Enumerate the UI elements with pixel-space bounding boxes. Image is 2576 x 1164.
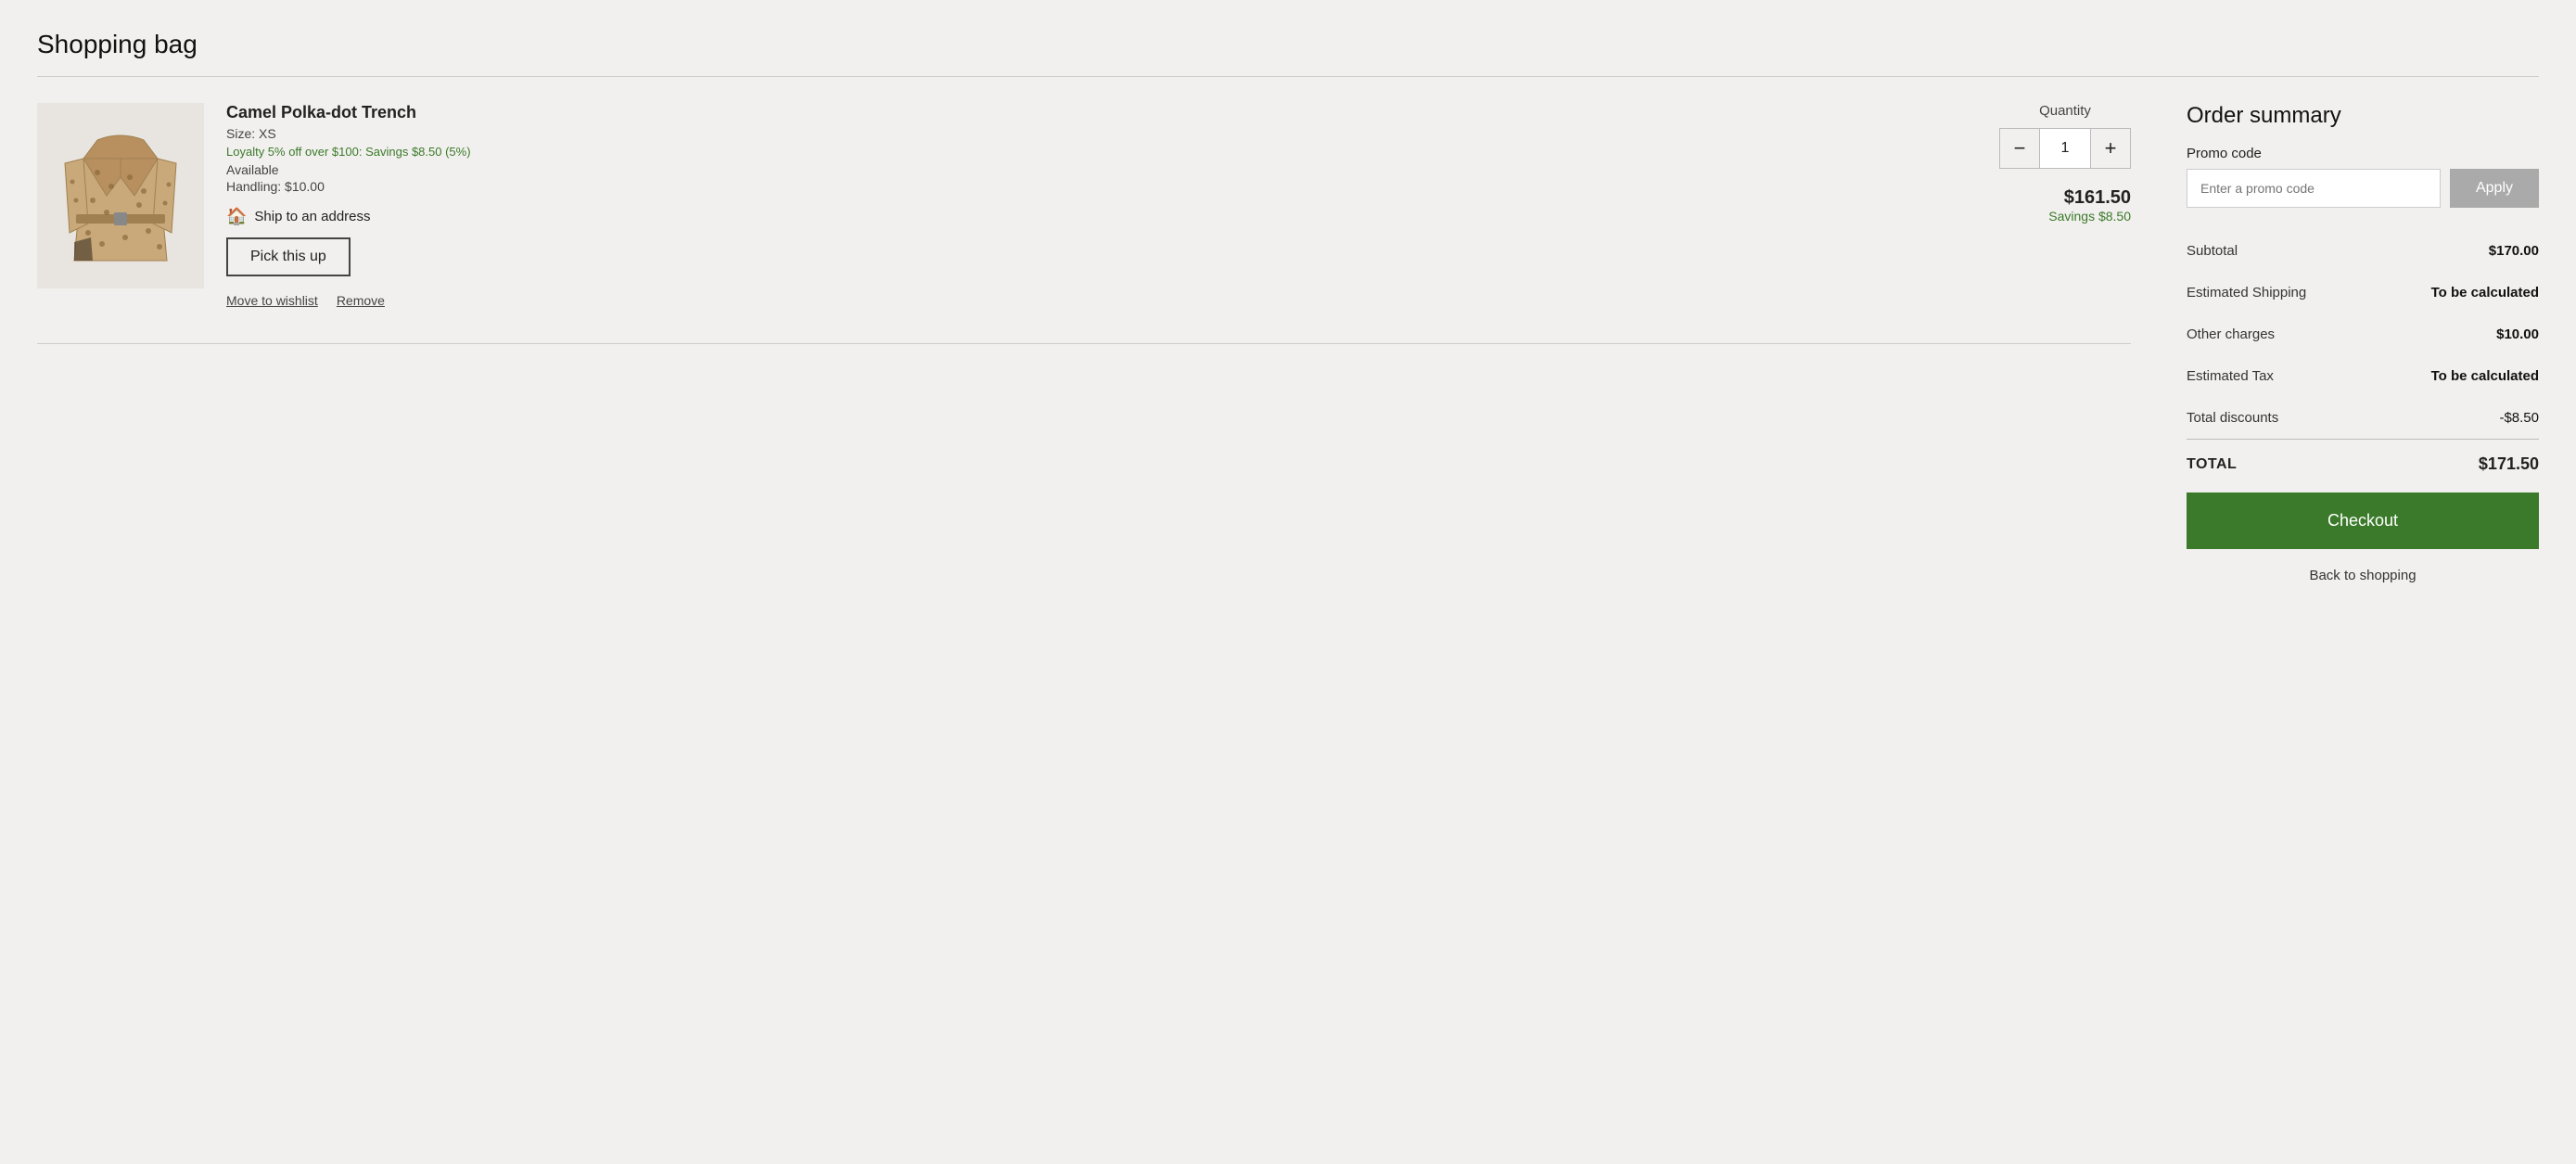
price-main: $161.50 xyxy=(2048,187,2131,209)
summary-total-row: TOTAL $171.50 xyxy=(2187,440,2539,492)
quantity-section: Quantity − 1 + xyxy=(1999,103,2131,169)
back-to-shopping-link[interactable]: Back to shopping xyxy=(2187,568,2539,583)
quantity-increase-button[interactable]: + xyxy=(2090,128,2131,169)
availability-text: Available xyxy=(226,162,1977,177)
discounts-value: -$8.50 xyxy=(2499,410,2539,426)
ship-row: 🏠 Ship to an address xyxy=(226,207,1977,226)
pickup-button[interactable]: Pick this up xyxy=(226,237,351,276)
price-savings: Savings $8.50 xyxy=(2048,209,2131,224)
subtotal-value: $170.00 xyxy=(2489,243,2539,259)
product-coat-svg xyxy=(56,112,185,279)
product-size: Size: XS xyxy=(226,126,1977,141)
other-charges-label: Other charges xyxy=(2187,326,2275,342)
summary-rows: Subtotal $170.00 Estimated Shipping To b… xyxy=(2187,230,2539,439)
product-name: Camel Polka-dot Trench xyxy=(226,103,1977,122)
summary-title: Order summary xyxy=(2187,103,2539,129)
promo-label: Promo code xyxy=(2187,146,2539,161)
price-section: $161.50 Savings $8.50 xyxy=(2048,187,2131,224)
tax-value: To be calculated xyxy=(2431,368,2539,384)
page-title: Shopping bag xyxy=(37,30,2539,59)
product-image xyxy=(37,103,204,288)
quantity-controls: − 1 + xyxy=(1999,128,2131,169)
move-to-wishlist-button[interactable]: Move to wishlist xyxy=(226,293,318,308)
summary-row-other-charges: Other charges $10.00 xyxy=(2187,313,2539,355)
apply-promo-button[interactable]: Apply xyxy=(2450,169,2539,208)
title-divider xyxy=(37,76,2539,77)
promo-row: Apply xyxy=(2187,169,2539,208)
discounts-label: Total discounts xyxy=(2187,410,2278,426)
other-charges-value: $10.00 xyxy=(2496,326,2539,342)
remove-button[interactable]: Remove xyxy=(337,293,385,308)
ship-icon: 🏠 xyxy=(226,207,247,226)
main-layout: Camel Polka-dot Trench Size: XS Loyalty … xyxy=(37,103,2539,583)
handling-text: Handling: $10.00 xyxy=(226,179,1977,194)
order-summary: Order summary Promo code Apply Subtotal … xyxy=(2187,103,2539,583)
item-divider xyxy=(37,343,2131,344)
cart-actions: Move to wishlist Remove xyxy=(226,293,1977,308)
loyalty-text: Loyalty 5% off over $100: Savings $8.50 … xyxy=(226,145,1977,159)
quantity-label: Quantity xyxy=(2039,103,2091,119)
summary-row-discounts: Total discounts -$8.50 xyxy=(2187,397,2539,439)
shipping-value: To be calculated xyxy=(2431,285,2539,301)
shipping-label: Estimated Shipping xyxy=(2187,285,2306,301)
cart-section: Camel Polka-dot Trench Size: XS Loyalty … xyxy=(37,103,2131,344)
product-details: Camel Polka-dot Trench Size: XS Loyalty … xyxy=(226,103,1977,308)
summary-row-subtotal: Subtotal $170.00 xyxy=(2187,230,2539,272)
total-label: TOTAL xyxy=(2187,456,2237,473)
promo-code-input[interactable] xyxy=(2187,169,2441,208)
quantity-decrease-button[interactable]: − xyxy=(1999,128,2040,169)
summary-row-tax: Estimated Tax To be calculated xyxy=(2187,355,2539,397)
checkout-button[interactable]: Checkout xyxy=(2187,492,2539,549)
subtotal-label: Subtotal xyxy=(2187,243,2238,259)
cart-item: Camel Polka-dot Trench Size: XS Loyalty … xyxy=(37,103,2131,334)
ship-label: Ship to an address xyxy=(254,209,370,224)
tax-label: Estimated Tax xyxy=(2187,368,2274,384)
quantity-value: 1 xyxy=(2040,128,2090,169)
total-value: $171.50 xyxy=(2479,454,2539,474)
summary-row-shipping: Estimated Shipping To be calculated xyxy=(2187,272,2539,313)
quantity-price-wrap: Quantity − 1 + $161.50 Savings $8.50 xyxy=(1999,103,2131,224)
